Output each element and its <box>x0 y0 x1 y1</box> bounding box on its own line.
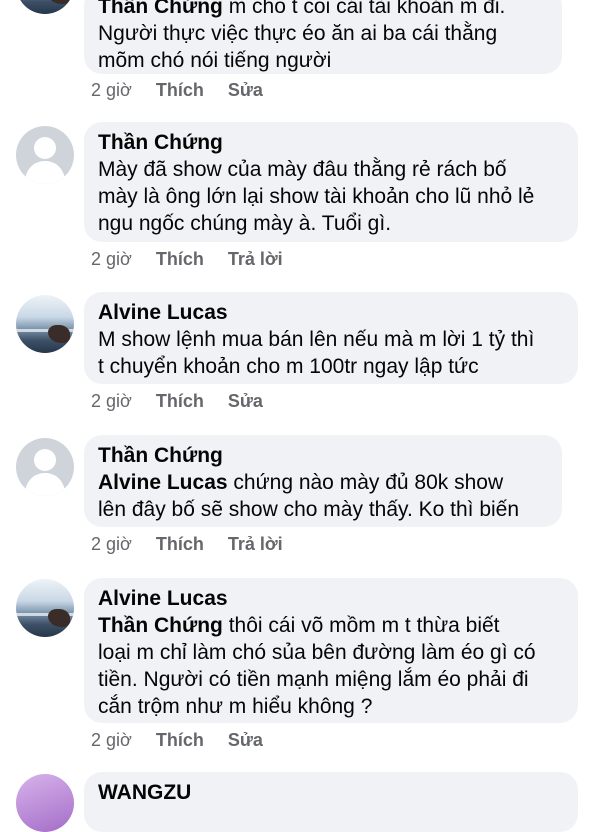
like-button[interactable]: Thích <box>156 534 204 555</box>
reply-button[interactable]: Trả lời <box>228 534 283 555</box>
comment-text-line: chứng nào mày đủ 80k show <box>227 471 504 494</box>
commenter-name[interactable]: Thần Chứng <box>98 0 223 18</box>
comment-time[interactable]: 2 giờ <box>91 249 132 270</box>
comment-text-line: M show lệnh mua bán lên nếu mà m lời 1 t… <box>98 328 535 351</box>
comment-text-line: lên đây bố sẽ show cho mày thấy. Ko thì … <box>98 498 520 521</box>
mention-tag[interactable]: Thần Chứng <box>98 614 223 637</box>
comment-text-line: mõm chó nói tiếng người <box>98 49 332 72</box>
like-button[interactable]: Thích <box>156 249 204 270</box>
avatar[interactable] <box>16 126 74 184</box>
comment-text-line: thôi cái võ mồm m t thừa biết <box>222 614 500 637</box>
commenter-name[interactable]: WANGZU <box>98 780 564 806</box>
comment-text-line: Mày đã show của mày đâu thằng rẻ rách bố <box>98 158 507 181</box>
comment-bubble: Thần Chứng m cho t coi cái tài khoản m đ… <box>84 0 562 74</box>
like-button[interactable]: Thích <box>156 80 204 101</box>
comment-text-line: t chuyển khoản cho m 100tr ngay lập tức <box>98 355 479 378</box>
comment-time[interactable]: 2 giờ <box>91 80 132 101</box>
avatar[interactable] <box>16 579 74 637</box>
comment-text-line: loại m chỉ làm chó sủa bên đường làm éo … <box>98 641 536 664</box>
avatar[interactable] <box>16 438 74 496</box>
commenter-name[interactable]: Thần Chứng <box>98 443 548 469</box>
default-avatar-icon <box>24 137 66 184</box>
comment-actions: 2 giờ Thích Sửa <box>91 80 263 101</box>
comment-bubble: Alvine Lucas Thần Chứng thôi cái võ mồm … <box>84 578 578 723</box>
default-avatar-icon <box>24 449 66 496</box>
reply-button[interactable]: Trả lời <box>228 249 283 270</box>
comment-actions: 2 giờ Thích Sửa <box>91 391 263 412</box>
like-button[interactable]: Thích <box>156 391 204 412</box>
edit-button[interactable]: Sửa <box>228 80 263 101</box>
commenter-name[interactable]: Thần Chứng <box>98 130 564 156</box>
comment-text-line: cắn trộm như m hiểu không ? <box>98 695 373 718</box>
comment-time[interactable]: 2 giờ <box>91 391 132 412</box>
comment-time[interactable]: 2 giờ <box>91 730 132 751</box>
comment-bubble: Thần Chứng Alvine Lucas chứng nào mày đủ… <box>84 435 562 527</box>
comment-bubble: Alvine Lucas M show lệnh mua bán lên nếu… <box>84 292 578 384</box>
comment-text-line: mày là ông lớn lại show tài khoản cho lũ… <box>98 185 535 208</box>
commenter-name[interactable]: Alvine Lucas <box>98 300 564 326</box>
comment-time[interactable]: 2 giờ <box>91 534 132 555</box>
comment-text-line: m cho t coi cái tài khoản m đi. <box>228 0 506 18</box>
comment-bubble: Thần Chứng Mày đã show của mày đâu thằng… <box>84 122 578 242</box>
avatar[interactable] <box>16 774 74 832</box>
comment-bubble: WANGZU <box>84 772 578 832</box>
avatar[interactable] <box>16 0 74 14</box>
comment-actions: 2 giờ Thích Sửa <box>91 730 263 751</box>
like-button[interactable]: Thích <box>156 730 204 751</box>
comment-text-line: ngu ngốc chúng mày à. Tuổi gì. <box>98 212 392 235</box>
comment-actions: 2 giờ Thích Trả lời <box>91 534 283 555</box>
mention-tag[interactable]: Alvine Lucas <box>98 471 228 494</box>
edit-button[interactable]: Sửa <box>228 730 263 751</box>
comment-text-line: Người thực việc thực éo ăn ai ba cái thằ… <box>98 22 498 45</box>
comment-actions: 2 giờ Thích Trả lời <box>91 249 283 270</box>
comment-text-line: tiền. Người có tiền mạnh miệng lắm éo ph… <box>98 668 529 691</box>
avatar[interactable] <box>16 295 74 353</box>
commenter-name[interactable]: Alvine Lucas <box>98 586 564 612</box>
edit-button[interactable]: Sửa <box>228 391 263 412</box>
